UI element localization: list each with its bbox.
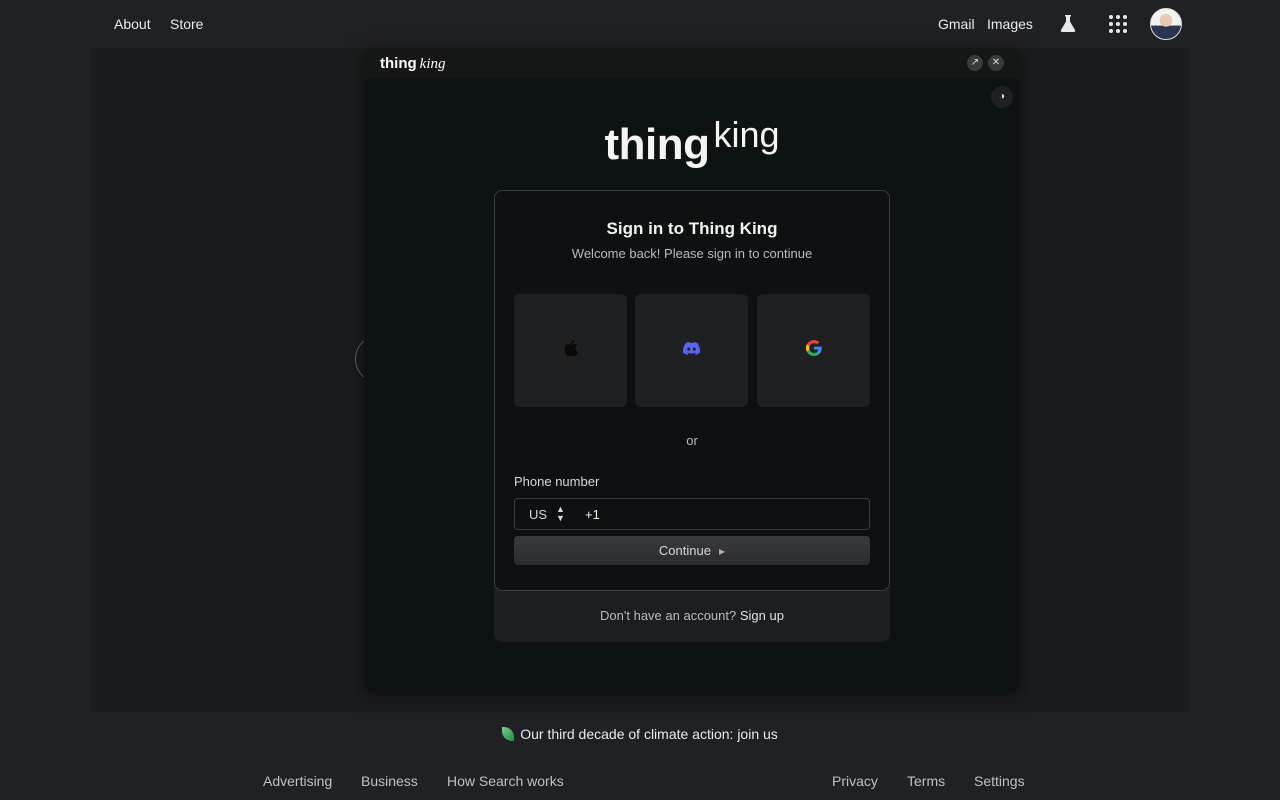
leaf-icon	[502, 727, 515, 741]
phone-number-label: Phone number	[514, 474, 600, 489]
images-link[interactable]: Images	[987, 16, 1033, 32]
discord-signin-button[interactable]	[635, 294, 748, 407]
theme-toggle-icon[interactable]: ◑	[991, 86, 1013, 108]
phone-input[interactable]: +1	[585, 507, 600, 522]
labs-flask-icon[interactable]	[1056, 12, 1080, 36]
sign-up-link[interactable]: Sign up	[740, 608, 784, 623]
phone-number-field[interactable]: US ▲ ▼ +1	[514, 498, 870, 530]
business-link[interactable]: Business	[361, 773, 418, 789]
avatar[interactable]	[1150, 8, 1182, 40]
thing-king-logo: thing king	[604, 114, 780, 169]
signin-card: Sign in to Thing King Welcome back! Plea…	[494, 190, 890, 642]
google-signin-button[interactable]	[757, 294, 870, 407]
play-arrow-icon: ▶	[718, 547, 726, 556]
top-bar: About Store Gmail Images	[0, 0, 1280, 48]
continue-label: Continue	[658, 543, 711, 558]
settings-link[interactable]: Settings	[974, 773, 1025, 789]
store-link[interactable]: Store	[170, 16, 203, 32]
signin-subtitle: Welcome back! Please sign in to continue	[571, 246, 813, 261]
advertising-link[interactable]: Advertising	[263, 773, 332, 789]
about-link[interactable]: About	[114, 16, 151, 32]
google-icon	[805, 339, 822, 361]
signin-popup: thing king ↗ ✕ ◑ thing king Sign in to Thi…	[364, 48, 1020, 691]
discord-icon	[683, 341, 700, 360]
or-divider: or	[686, 433, 698, 448]
gmail-link[interactable]: Gmail	[938, 16, 975, 32]
terms-link[interactable]: Terms	[907, 773, 945, 789]
country-select[interactable]: US	[529, 507, 547, 522]
climate-banner[interactable]: Our third decade of climate action: join…	[0, 726, 1280, 742]
signin-title: Sign in to Thing King	[606, 219, 778, 238]
popup-header: thing king ↗ ✕	[364, 48, 1020, 79]
privacy-link[interactable]: Privacy	[832, 773, 878, 789]
signin-card-main: Sign in to Thing King Welcome back! Plea…	[494, 190, 890, 591]
popup-brand: thing king	[380, 55, 446, 72]
apps-grid-icon[interactable]	[1106, 12, 1130, 36]
apple-signin-button[interactable]	[514, 294, 627, 407]
continue-button[interactable]: Continue ▶	[514, 536, 870, 565]
close-icon[interactable]: ✕	[988, 55, 1004, 71]
open-external-icon[interactable]: ↗	[967, 55, 983, 71]
signup-prompt: Don't have an account? Sign up	[600, 608, 784, 623]
up-down-caret-icon[interactable]: ▲ ▼	[556, 505, 565, 523]
apple-icon	[564, 340, 578, 361]
how-search-works-link[interactable]: How Search works	[447, 773, 564, 789]
